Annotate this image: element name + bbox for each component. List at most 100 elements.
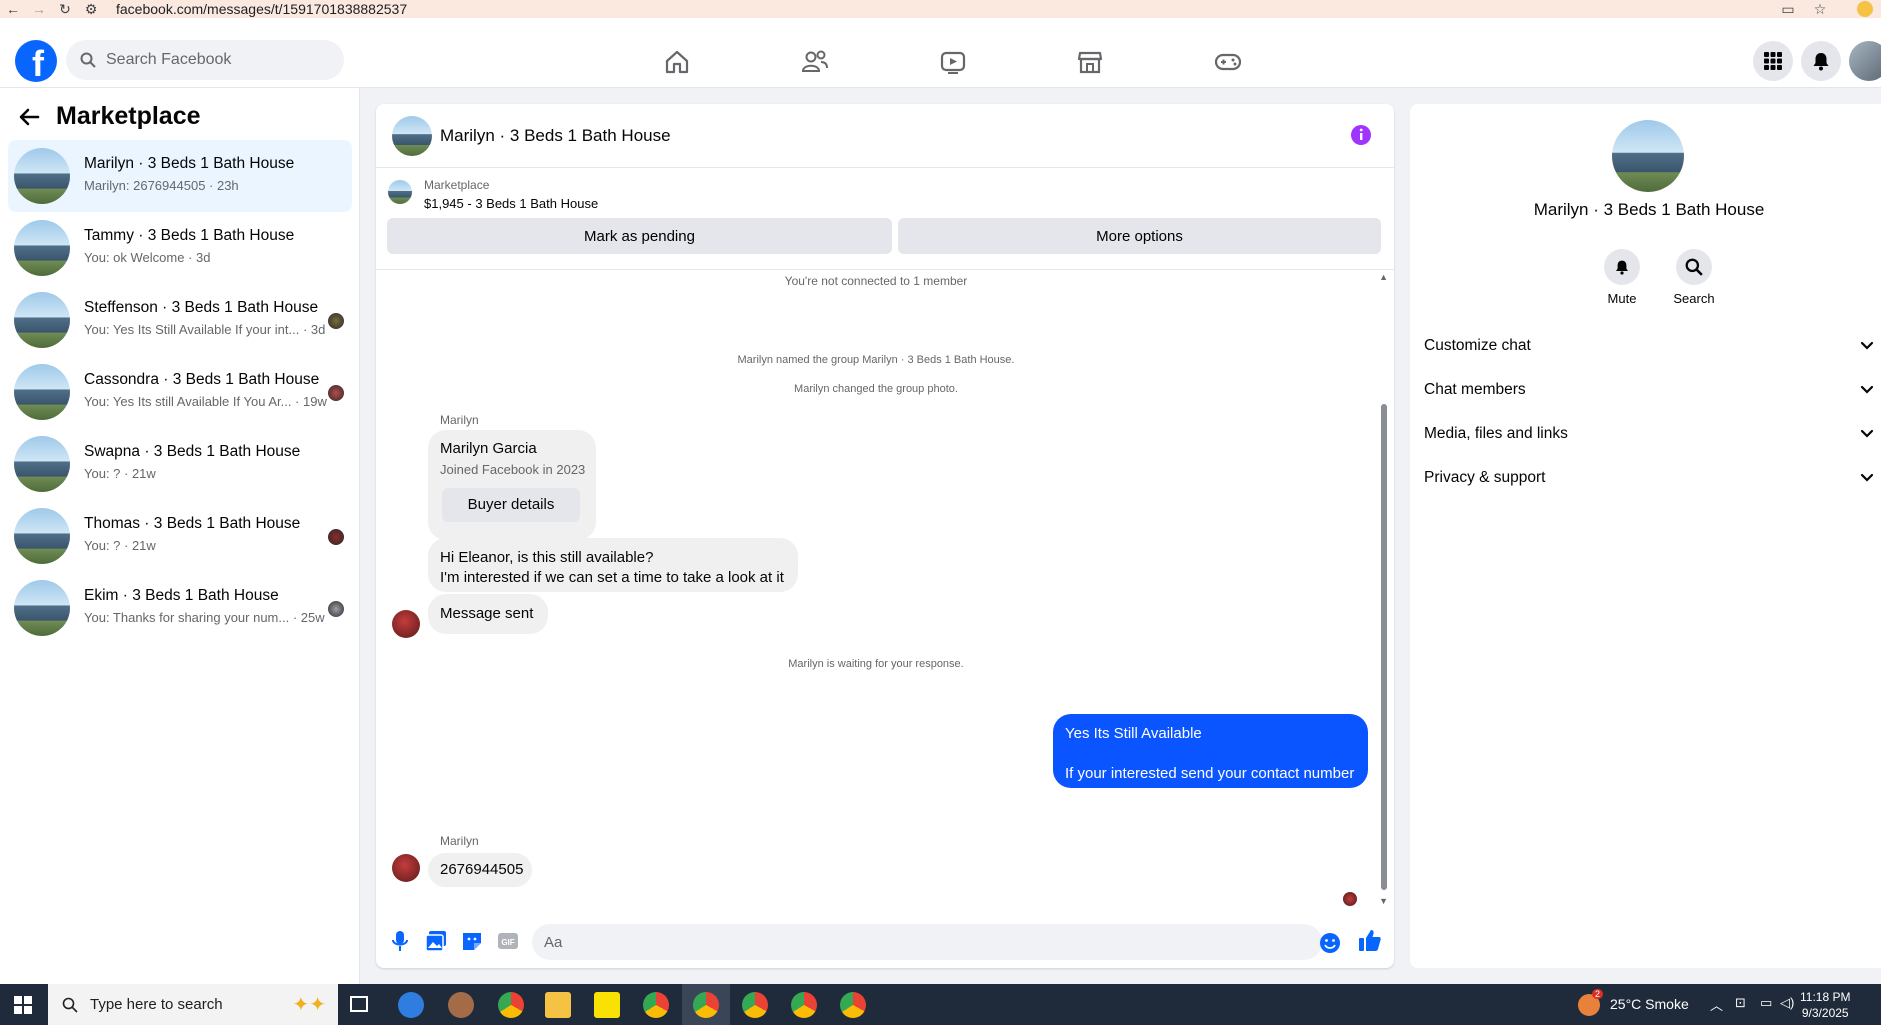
profile-icon[interactable] <box>1857 1 1873 17</box>
chat-scrollbar[interactable] <box>1381 404 1387 890</box>
friends-icon[interactable] <box>793 40 837 84</box>
chevron-down-icon <box>1860 385 1874 394</box>
conversation-item[interactable]: Ekim · 3 Beds 1 Bath House You: Thanks fo… <box>8 572 352 644</box>
search-action[interactable]: Search <box>1664 249 1724 306</box>
conversation-item[interactable]: Thomas · 3 Beds 1 Bath House You: ? · 21w <box>8 500 352 572</box>
date: 9/3/2025 <box>1801 1006 1849 1020</box>
conversation-snippet: You: ? · 21w <box>84 466 156 481</box>
details-avatar[interactable] <box>1612 120 1684 192</box>
buyer-details-button[interactable]: Buyer details <box>442 488 580 522</box>
gif-icon[interactable]: GIF <box>497 930 519 952</box>
marketplace-icon[interactable] <box>1068 40 1112 84</box>
details-section-row[interactable]: Customize chat <box>1424 326 1874 366</box>
windows-start-icon[interactable] <box>14 996 32 1014</box>
mark-pending-button[interactable]: Mark as pending <box>387 218 892 254</box>
section-label: Privacy & support <box>1424 469 1546 486</box>
facebook-logo-icon[interactable]: f <box>15 40 57 82</box>
chat-title[interactable]: Marilyn · 3 Beds 1 Bath House <box>440 126 671 146</box>
tray-meet-icon[interactable]: ⊡ <box>1735 995 1746 1011</box>
tray-chevron-icon[interactable]: ︿ <box>1710 995 1723 1014</box>
search-box[interactable] <box>66 40 344 80</box>
reply-line: Yes Its Still Available <box>1065 725 1202 742</box>
scroll-up-icon[interactable]: ▲ <box>1379 272 1388 282</box>
emoji-icon[interactable] <box>1319 932 1341 954</box>
video-icon[interactable] <box>931 40 975 84</box>
microphone-icon[interactable] <box>390 930 410 952</box>
search-icon[interactable] <box>1676 249 1712 285</box>
conversation-item[interactable]: Cassondra · 3 Beds 1 Bath House You: Yes … <box>8 356 352 428</box>
network-icon[interactable]: ▭ <box>1760 995 1772 1011</box>
back-icon[interactable]: ← <box>0 0 26 18</box>
weather-icon[interactable]: 2 <box>1578 989 1603 1016</box>
chrome-icon[interactable] <box>498 992 524 1018</box>
chat-avatar[interactable] <box>392 116 432 156</box>
sender-avatar[interactable] <box>392 854 420 882</box>
search-input[interactable] <box>106 51 326 69</box>
read-receipt-avatar <box>328 529 344 545</box>
taskbar-search[interactable]: Type here to search ✦✦ <box>48 984 338 1025</box>
conversation-avatar <box>14 220 70 276</box>
info-icon[interactable] <box>1350 124 1372 146</box>
group-named-notice: Marilyn named the group Marilyn · 3 Beds… <box>737 354 1015 366</box>
address-bar[interactable]: facebook.com/messages/t/1591701838882537 <box>116 0 407 18</box>
chrome-icon[interactable] <box>693 992 719 1018</box>
forward-icon[interactable]: → <box>26 0 52 18</box>
conversation-item[interactable]: Tammy · 3 Beds 1 Bath House You: ok Welco… <box>8 212 352 284</box>
chrome-icon[interactable] <box>742 992 768 1018</box>
taskbar-clock[interactable]: 11:18 PM 9/3/2025 <box>1800 989 1850 1021</box>
reload-icon[interactable]: ↻ <box>52 0 78 18</box>
task-view-icon[interactable] <box>350 996 368 1012</box>
gaming-icon[interactable] <box>1206 40 1250 84</box>
chat-details-panel: Marilyn · 3 Beds 1 Bath House Mute Searc… <box>1410 104 1881 968</box>
facebook-header: f <box>0 18 1881 88</box>
app-c-icon[interactable] <box>398 992 424 1018</box>
home-icon[interactable] <box>655 40 699 84</box>
bell-icon[interactable] <box>1604 249 1640 285</box>
notifications-bell-icon[interactable] <box>1801 41 1841 81</box>
logo-letter: f <box>32 43 44 82</box>
account-avatar[interactable] <box>1849 41 1881 81</box>
sticky-notes-icon[interactable] <box>594 992 620 1018</box>
conversation-item[interactable]: Steffenson · 3 Beds 1 Bath House You: Yes… <box>8 284 352 356</box>
menu-grid-icon[interactable] <box>1753 41 1793 81</box>
site-info-icon[interactable]: ⚙ <box>78 0 104 18</box>
chrome-icon[interactable] <box>840 992 866 1018</box>
sticker-icon[interactable] <box>461 930 483 952</box>
volume-icon[interactable]: ◁) <box>1780 995 1794 1011</box>
photo-icon[interactable] <box>425 930 447 952</box>
conversation-title: Marilyn · 3 Beds 1 Bath House <box>84 155 295 172</box>
chrome-icon[interactable] <box>643 992 669 1018</box>
more-options-button[interactable]: More options <box>898 218 1381 254</box>
conversation-snippet: You: Yes Its still Available If You Ar..… <box>84 394 327 409</box>
scroll-down-icon[interactable]: ▼ <box>1379 896 1388 906</box>
browser-toolbar: ← → ↻ ⚙ facebook.com/messages/t/15917018… <box>0 0 1881 18</box>
details-title: Marilyn · 3 Beds 1 Bath House <box>1533 200 1765 219</box>
message-line: I'm interested if we can set a time to t… <box>440 569 784 586</box>
mute-action[interactable]: Mute <box>1592 249 1652 306</box>
conversation-item[interactable]: Marilyn · 3 Beds 1 Bath House Marilyn: 26… <box>8 140 352 212</box>
listing-thumbnail[interactable] <box>388 180 412 204</box>
app-mushroom-icon[interactable] <box>448 992 474 1018</box>
back-arrow-icon[interactable] <box>18 106 40 128</box>
message-bubble: Hi Eleanor, is this still available? I'm… <box>428 538 798 592</box>
message-input[interactable] <box>532 924 1322 960</box>
weather-badge: 2 <box>1591 989 1603 999</box>
conversation-title: Swapna · 3 Beds 1 Bath House <box>84 443 301 460</box>
windows-taskbar: Type here to search ✦✦ 2 25°C Smoke ︿ ⊡ … <box>0 984 1881 1025</box>
details-section-row[interactable]: Chat members <box>1424 370 1874 410</box>
svg-text:GIF: GIF <box>501 938 514 947</box>
weather-text[interactable]: 25°C Smoke <box>1610 996 1689 1012</box>
details-section-row[interactable]: Privacy & support <box>1424 458 1874 498</box>
bookmark-star-icon[interactable]: ☆ <box>1807 0 1833 18</box>
install-icon[interactable]: ▭ <box>1775 0 1801 18</box>
listing-detail[interactable]: $1,945 - 3 Beds 1 Bath House <box>424 196 598 211</box>
conversation-item[interactable]: Swapna · 3 Beds 1 Bath House You: ? · 21w <box>8 428 352 500</box>
details-section-row[interactable]: Media, files and links <box>1424 414 1874 454</box>
file-explorer-icon[interactable] <box>545 992 571 1018</box>
sender-name: Marilyn <box>440 834 479 848</box>
conversation-snippet: You: Thanks for sharing your num... · 25… <box>84 610 325 625</box>
sender-avatar[interactable] <box>392 610 420 638</box>
chrome-icon[interactable] <box>791 992 817 1018</box>
thumbs-up-icon[interactable] <box>1358 928 1382 952</box>
conversation-snippet: You: ok Welcome · 3d <box>84 250 211 265</box>
